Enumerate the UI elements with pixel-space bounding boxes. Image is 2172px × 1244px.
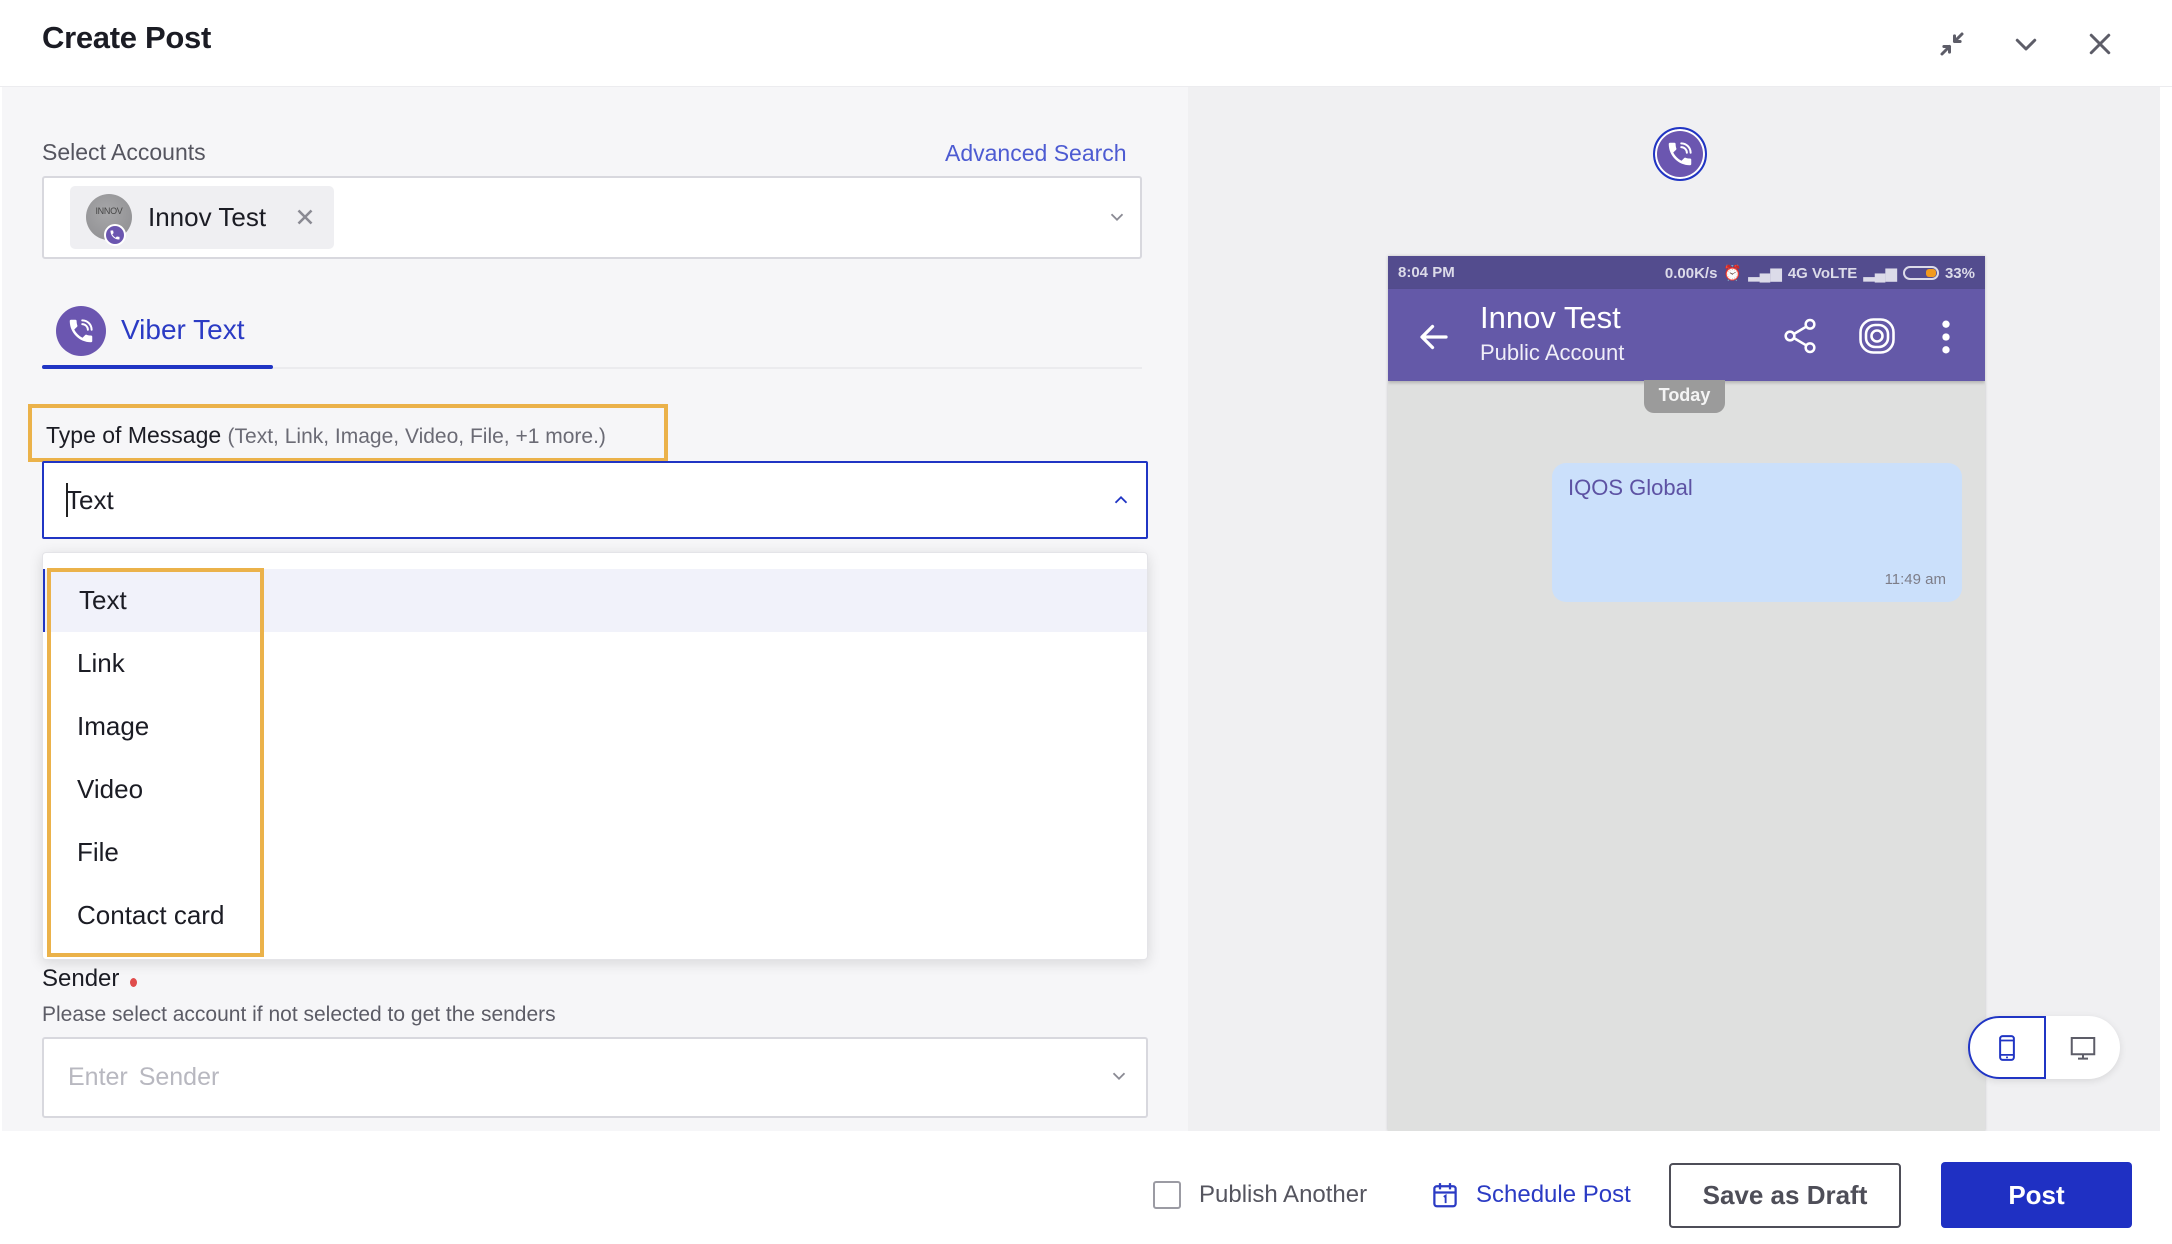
- alarm-icon: ⏰: [1723, 265, 1743, 282]
- more-vertical-icon: [1936, 315, 1956, 359]
- phone-preview: 8:04 PM 0.00K/s ⏰ ▂▄▆ 4G VoLTE ▂▄▆ 33% I…: [1388, 256, 1985, 1131]
- option-label: Link: [77, 648, 125, 678]
- post-button[interactable]: Post: [1941, 1162, 2132, 1228]
- sender-label: Sender: [42, 965, 120, 992]
- option-label: Text: [79, 585, 127, 615]
- mobile-view-button[interactable]: [1968, 1016, 2046, 1079]
- advanced-search-link[interactable]: Advanced Search: [945, 140, 1127, 167]
- type-of-message-highlight: Type of Message (Text, Link, Image, Vide…: [28, 404, 668, 462]
- publish-another-label[interactable]: Publish Another: [1199, 1181, 1367, 1209]
- dialog-header: Create Post: [0, 0, 2172, 87]
- date-separator: Today: [1644, 380, 1725, 413]
- network-type: 4G VoLTE: [1787, 264, 1858, 282]
- sender-placeholder: Enter Sender: [68, 1063, 220, 1091]
- status-time: 8:04 PM: [1398, 264, 1455, 281]
- message-bubble: IQOS Global 11:49 am: [1552, 463, 1962, 602]
- option-file[interactable]: File: [43, 821, 1147, 884]
- chevron-up-icon[interactable]: [1110, 489, 1132, 511]
- message-type-value: Text: [66, 485, 114, 515]
- device-toggle: [1968, 1016, 2120, 1079]
- account-chip: INNOV Innov Test: [70, 186, 334, 249]
- account-name: Innov Test: [148, 202, 267, 232]
- signal-icon: ▂▄▆: [1748, 265, 1782, 282]
- sender-select[interactable]: Enter Sender: [42, 1037, 1148, 1118]
- option-link[interactable]: Link: [43, 632, 1147, 695]
- chevron-down-icon[interactable]: [2004, 22, 2048, 66]
- chat-app-bar: Innov Test Public Account: [1388, 289, 1985, 381]
- contact-subtitle: Public Account: [1480, 340, 1625, 365]
- required-indicator: [130, 978, 137, 987]
- mobile-icon: [1999, 1034, 2015, 1061]
- option-label: Contact card: [77, 900, 225, 930]
- desktop-view-button[interactable]: [2046, 1016, 2120, 1079]
- status-bar: 8:04 PM 0.00K/s ⏰ ▂▄▆ 4G VoLTE ▂▄▆ 33%: [1388, 256, 1985, 289]
- battery-icon: [1902, 266, 1939, 280]
- calendar-icon: [1433, 1183, 1457, 1208]
- network-speed: 0.00K/s: [1664, 264, 1718, 282]
- battery-level: 33%: [1944, 264, 1975, 282]
- tab-viber-text[interactable]: Viber Text: [42, 300, 274, 370]
- schedule-post-label: Schedule Post: [1476, 1181, 1631, 1208]
- option-image[interactable]: Image: [43, 695, 1147, 758]
- type-of-message-label: Type of Message (Text, Link, Image, Vide…: [46, 422, 606, 449]
- sender-help-text: Please select account if not selected to…: [42, 1003, 556, 1026]
- message-text: IQOS Global: [1568, 475, 1693, 500]
- chevron-down-icon[interactable]: [1106, 206, 1128, 228]
- label-text: Type of Message: [46, 422, 222, 448]
- collapse-icon[interactable]: [1930, 22, 1974, 66]
- chevron-down-icon[interactable]: [1108, 1065, 1130, 1087]
- desktop-icon: [2070, 1036, 2096, 1060]
- viber-icon[interactable]: [1653, 127, 1707, 181]
- page-title: Create Post: [42, 20, 211, 55]
- option-video[interactable]: Video: [43, 758, 1147, 821]
- share-icon: [1780, 316, 1820, 356]
- tab-label: Viber Text: [121, 314, 245, 345]
- avatar-text: INNOV: [95, 206, 123, 216]
- option-label: Image: [77, 711, 150, 741]
- back-arrow-icon: [1416, 319, 1452, 355]
- remove-account-icon[interactable]: [292, 204, 318, 230]
- viber-icon: [104, 224, 126, 246]
- active-tab-indicator: [42, 365, 273, 369]
- signal-icon: ▂▄▆: [1863, 265, 1897, 282]
- save-as-draft-button[interactable]: Save as Draft: [1669, 1163, 1901, 1228]
- close-icon[interactable]: [2078, 22, 2122, 66]
- contact-name: Innov Test: [1480, 300, 1621, 335]
- label-hint: (Text, Link, Image, Video, File, +1 more…: [227, 425, 606, 448]
- select-accounts-label: Select Accounts: [42, 139, 206, 165]
- account-select[interactable]: INNOV Innov Test: [42, 176, 1142, 259]
- option-text[interactable]: Text: [43, 569, 1147, 632]
- message-type-dropdown: Text Link Image Video File Contact card: [42, 552, 1148, 960]
- message-type-select[interactable]: Text: [42, 461, 1148, 539]
- schedule-post-button[interactable]: Schedule Post: [1430, 1175, 1631, 1215]
- option-label: Video: [77, 774, 144, 804]
- viber-icon: [56, 306, 106, 356]
- option-label: File: [77, 837, 119, 867]
- status-indicators: 0.00K/s ⏰ ▂▄▆ 4G VoLTE ▂▄▆ 33%: [1664, 264, 1975, 283]
- message-time: 11:49 am: [1884, 571, 1946, 588]
- camera-icon: [1855, 314, 1899, 358]
- option-contact-card[interactable]: Contact card: [43, 884, 1147, 947]
- publish-another-checkbox[interactable]: [1153, 1181, 1181, 1209]
